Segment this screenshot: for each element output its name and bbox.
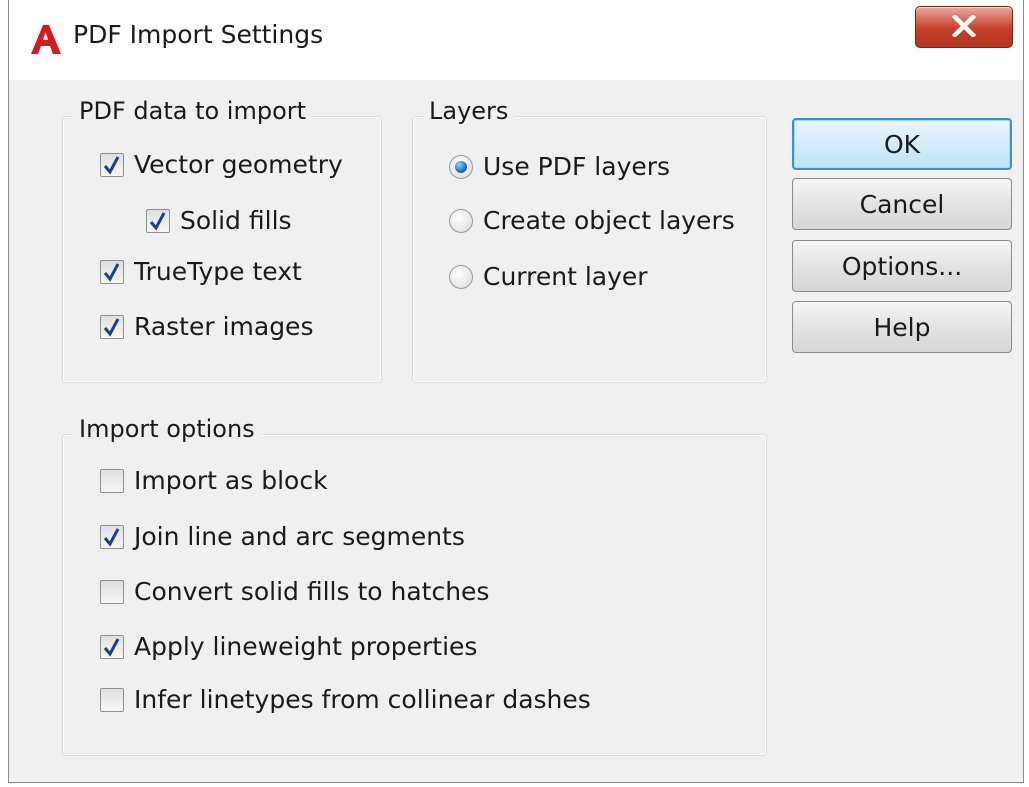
- checkbox-label: Solid fills: [180, 206, 292, 235]
- autocad-a-icon: [31, 25, 61, 54]
- cancel-button[interactable]: Cancel: [792, 178, 1012, 230]
- checkbox-box[interactable]: [100, 468, 124, 493]
- checkmark-icon: [103, 317, 120, 337]
- radio-button[interactable]: [449, 154, 473, 179]
- layers-legend: Layers: [423, 97, 515, 125]
- import-as-block-checkbox[interactable]: Import as block: [100, 466, 328, 495]
- checkbox-box[interactable]: [100, 579, 124, 604]
- title-bar[interactable]: PDF Import Settings: [9, 0, 1023, 80]
- checkbox-label: Apply lineweight properties: [134, 632, 478, 661]
- checkbox-label: Import as block: [134, 466, 328, 495]
- import-options-legend: Import options: [73, 415, 261, 443]
- ok-button[interactable]: OK: [792, 118, 1012, 170]
- pdf-import-settings-dialog: PDF Import Settings PDF data to import V…: [8, 0, 1024, 783]
- solid-fills-checkbox[interactable]: Solid fills: [146, 206, 292, 235]
- checkbox-box[interactable]: [146, 208, 170, 233]
- checkmark-icon: [103, 637, 120, 657]
- truetype-text-checkbox[interactable]: TrueType text: [100, 257, 302, 286]
- window-title: PDF Import Settings: [73, 20, 324, 49]
- checkbox-box[interactable]: [100, 524, 124, 549]
- options-button[interactable]: Options...: [792, 240, 1012, 292]
- checkbox-box[interactable]: [100, 687, 124, 712]
- convert-fills-hatches-checkbox[interactable]: Convert solid fills to hatches: [100, 577, 489, 606]
- checkbox-label: Join line and arc segments: [134, 522, 465, 551]
- close-button[interactable]: [915, 6, 1013, 48]
- checkbox-label: Convert solid fills to hatches: [134, 577, 490, 606]
- checkbox-box[interactable]: [100, 259, 124, 284]
- checkmark-icon: [103, 527, 120, 547]
- radio-button[interactable]: [449, 264, 473, 289]
- checkmark-icon: [103, 262, 120, 282]
- checkmark-icon: [149, 211, 166, 231]
- radio-label: Use PDF layers: [483, 152, 671, 181]
- raster-images-checkbox[interactable]: Raster images: [100, 312, 313, 341]
- create-object-layers-radio[interactable]: Create object layers: [449, 206, 735, 235]
- checkbox-box[interactable]: [100, 634, 124, 659]
- pdf-data-legend: PDF data to import: [73, 97, 313, 125]
- vector-geometry-checkbox[interactable]: Vector geometry: [100, 150, 343, 179]
- radio-label: Current layer: [483, 262, 648, 291]
- help-button[interactable]: Help: [792, 301, 1012, 353]
- checkbox-box[interactable]: [100, 314, 124, 339]
- close-icon: [952, 15, 976, 37]
- checkbox-label: Vector geometry: [134, 150, 343, 179]
- join-line-arc-checkbox[interactable]: Join line and arc segments: [100, 522, 465, 551]
- apply-lineweight-checkbox[interactable]: Apply lineweight properties: [100, 632, 477, 661]
- radio-button[interactable]: [449, 208, 473, 233]
- dialog-body: PDF data to import Vector geometry Solid…: [17, 80, 1017, 775]
- checkbox-label: Infer linetypes from collinear dashes: [134, 685, 591, 714]
- current-layer-radio[interactable]: Current layer: [449, 262, 648, 291]
- checkmark-icon: [103, 155, 120, 175]
- checkbox-box[interactable]: [100, 152, 124, 177]
- checkbox-label: TrueType text: [134, 257, 302, 286]
- radio-label: Create object layers: [483, 206, 735, 235]
- infer-linetypes-checkbox[interactable]: Infer linetypes from collinear dashes: [100, 685, 591, 714]
- checkbox-label: Raster images: [134, 312, 314, 341]
- use-pdf-layers-radio[interactable]: Use PDF layers: [449, 152, 670, 181]
